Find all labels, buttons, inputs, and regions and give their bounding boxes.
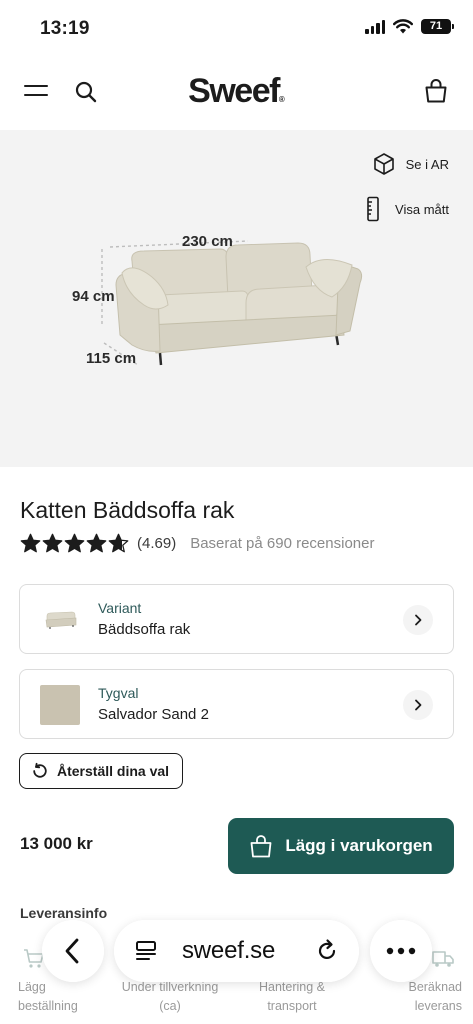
ruler-icon: [367, 196, 379, 222]
address-bar[interactable]: sweef.se: [114, 920, 359, 982]
fabric-label: Tygval: [98, 685, 139, 701]
variant-label: Variant: [98, 600, 142, 616]
dimension-width: 230 cm: [182, 233, 233, 250]
measure-label: Visa mått: [395, 201, 449, 217]
delivery-step-line2: leverans: [414, 999, 462, 1013]
bag-icon: [250, 835, 272, 858]
star-icon: [20, 533, 41, 553]
delivery-step-line2: beställning: [18, 999, 78, 1013]
ar-cube-icon: [373, 153, 394, 175]
product-price: 13 000 kr: [20, 834, 93, 853]
logo-text: Sweef: [188, 72, 280, 110]
star-icon: [108, 533, 129, 553]
add-to-cart-label: Lägg i varukorgen: [285, 836, 433, 855]
review-count: Baserat på 690 recensioner: [190, 534, 375, 552]
reset-icon: [33, 762, 47, 778]
site-logo[interactable]: Sweef®: [0, 72, 473, 111]
add-to-cart-button[interactable]: Lägg i varukorgen: [228, 818, 454, 874]
more-icon: [386, 947, 416, 955]
show-measurements-button[interactable]: Visa mått: [361, 196, 449, 222]
ar-label: Se i AR: [405, 156, 449, 172]
star-icon: [64, 533, 85, 553]
fabric-value: Salvador Sand 2: [98, 706, 209, 723]
cart-icon[interactable]: [423, 77, 449, 105]
url-text: sweef.se: [182, 937, 276, 964]
dimension-depth: 115 cm: [86, 350, 137, 367]
rating-row[interactable]: (4.69) Baserat på 690 recensioner: [20, 533, 374, 553]
chevron-left-icon: [65, 938, 79, 964]
status-time: 13:19: [40, 18, 90, 39]
star-icon: [86, 533, 107, 553]
star-rating: [20, 533, 129, 553]
fabric-swatch: [40, 685, 80, 725]
chevron-right-icon[interactable]: [403, 690, 433, 720]
wifi-icon: [393, 19, 413, 34]
page-menu-icon[interactable]: [134, 939, 158, 963]
browser-toolbar: sweef.se: [0, 918, 473, 984]
status-bar: 13:19 71: [0, 0, 473, 58]
view-in-ar-button[interactable]: Se i AR: [372, 152, 449, 176]
site-header: Sweef®: [0, 58, 473, 130]
star-icon: [42, 533, 63, 553]
product-title: Katten Bäddsoffa rak: [20, 497, 235, 523]
reset-selections-button[interactable]: Återställ dina val: [19, 753, 184, 789]
battery-icon: 71: [421, 19, 454, 34]
delivery-step-line2: (ca): [159, 999, 181, 1013]
fabric-selector[interactable]: Tygval Salvador Sand 2: [19, 669, 454, 739]
delivery-step-line2: transport: [267, 999, 317, 1013]
product-image[interactable]: Se i AR Visa mått 230 cm 94 cm 115 cm: [0, 130, 473, 467]
status-icons: 71: [365, 19, 454, 34]
reset-label: Återställ dina val: [57, 763, 170, 779]
variant-value: Bäddsoffa rak: [98, 621, 191, 638]
browser-more-button[interactable]: [370, 920, 432, 982]
rating-value: (4.69): [137, 534, 177, 552]
variant-selector[interactable]: Variant Bäddsoffa rak: [19, 584, 454, 654]
chevron-right-icon[interactable]: [403, 605, 433, 635]
browser-back-button[interactable]: [42, 920, 104, 982]
logo-mark: ®: [278, 95, 285, 104]
reload-icon[interactable]: [314, 938, 340, 964]
dimension-height: 94 cm: [72, 288, 115, 305]
variant-thumbnail: [45, 611, 77, 629]
signal-icon: [365, 19, 385, 34]
